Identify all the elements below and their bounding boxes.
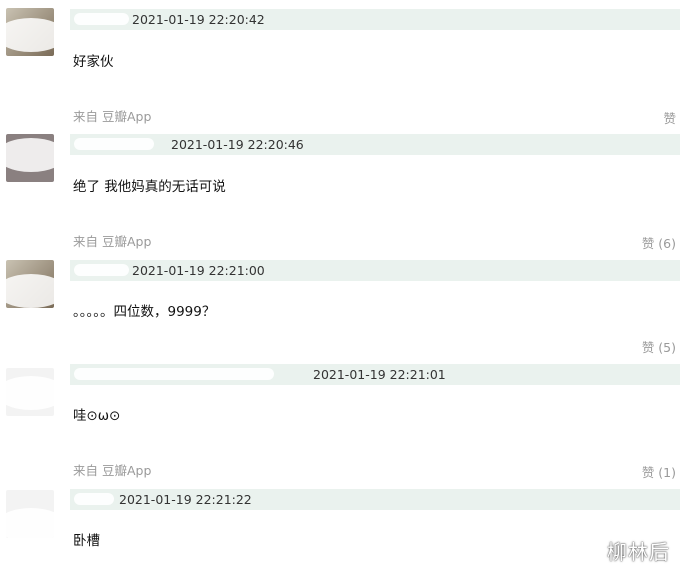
avatar[interactable]	[6, 490, 54, 538]
avatar-blur	[6, 376, 54, 410]
comment-header: 2021-01-19 22:20:42	[70, 9, 680, 30]
comment-header: 2021-01-19 22:21:00	[70, 260, 680, 281]
avatar[interactable]	[6, 134, 54, 182]
comment-text: 哇⊙ω⊙	[73, 408, 121, 424]
username-redacted	[74, 138, 154, 150]
avatar-blur	[6, 18, 54, 52]
comment-text: 卧槽	[73, 533, 100, 549]
comment-timestamp: 2021-01-19 22:20:42	[132, 12, 265, 27]
comment-item: 2021-01-19 22:21:22 卧槽	[0, 487, 682, 579]
comment-header: 2021-01-19 22:21:22	[70, 489, 680, 510]
comment-source: 来自 豆瓣App	[73, 463, 152, 478]
avatar[interactable]	[6, 8, 54, 56]
comment-timestamp: 2021-01-19 22:21:01	[313, 367, 446, 382]
username-redacted	[74, 264, 129, 276]
comment-timestamp: 2021-01-19 22:20:46	[171, 137, 304, 152]
avatar-blur	[6, 138, 54, 172]
comment-text: 绝了 我他妈真的无话可说	[73, 179, 226, 195]
comment-text: 好家伙	[73, 54, 114, 70]
like-button[interactable]: 赞 (5)	[642, 337, 676, 356]
username-redacted	[74, 493, 114, 505]
comment-header: 2021-01-19 22:20:46	[70, 134, 680, 155]
username-redacted	[74, 13, 129, 25]
comment-timestamp: 2021-01-19 22:21:00	[132, 263, 265, 278]
username-redacted	[74, 368, 274, 380]
comment-item: 2021-01-19 22:20:42 好家伙 来自 豆瓣App 赞	[0, 0, 682, 126]
comment-timestamp: 2021-01-19 22:21:22	[119, 492, 252, 507]
avatar-blur	[6, 274, 54, 308]
avatar-blur	[6, 508, 54, 538]
like-button[interactable]: 赞 (1)	[642, 462, 676, 481]
comment-text: 。。。。。四位数，9999？	[73, 304, 216, 320]
watermark: 柳林后	[607, 540, 670, 564]
comment-item: 2021-01-19 22:21:01 哇⊙ω⊙ 来自 豆瓣App 赞 (1)	[0, 362, 682, 487]
avatar[interactable]	[6, 368, 54, 416]
comment-item: 2021-01-19 22:20:46 绝了 我他妈真的无话可说 来自 豆瓣Ap…	[0, 125, 682, 251]
comment-item: 2021-01-19 22:21:00 。。。。。四位数，9999？ 赞 (5)	[0, 250, 682, 362]
comment-source: 来自 豆瓣App	[73, 109, 152, 124]
comment-source: 来自 豆瓣App	[73, 234, 152, 249]
avatar[interactable]	[6, 260, 54, 308]
comment-header: 2021-01-19 22:21:01	[70, 364, 680, 385]
